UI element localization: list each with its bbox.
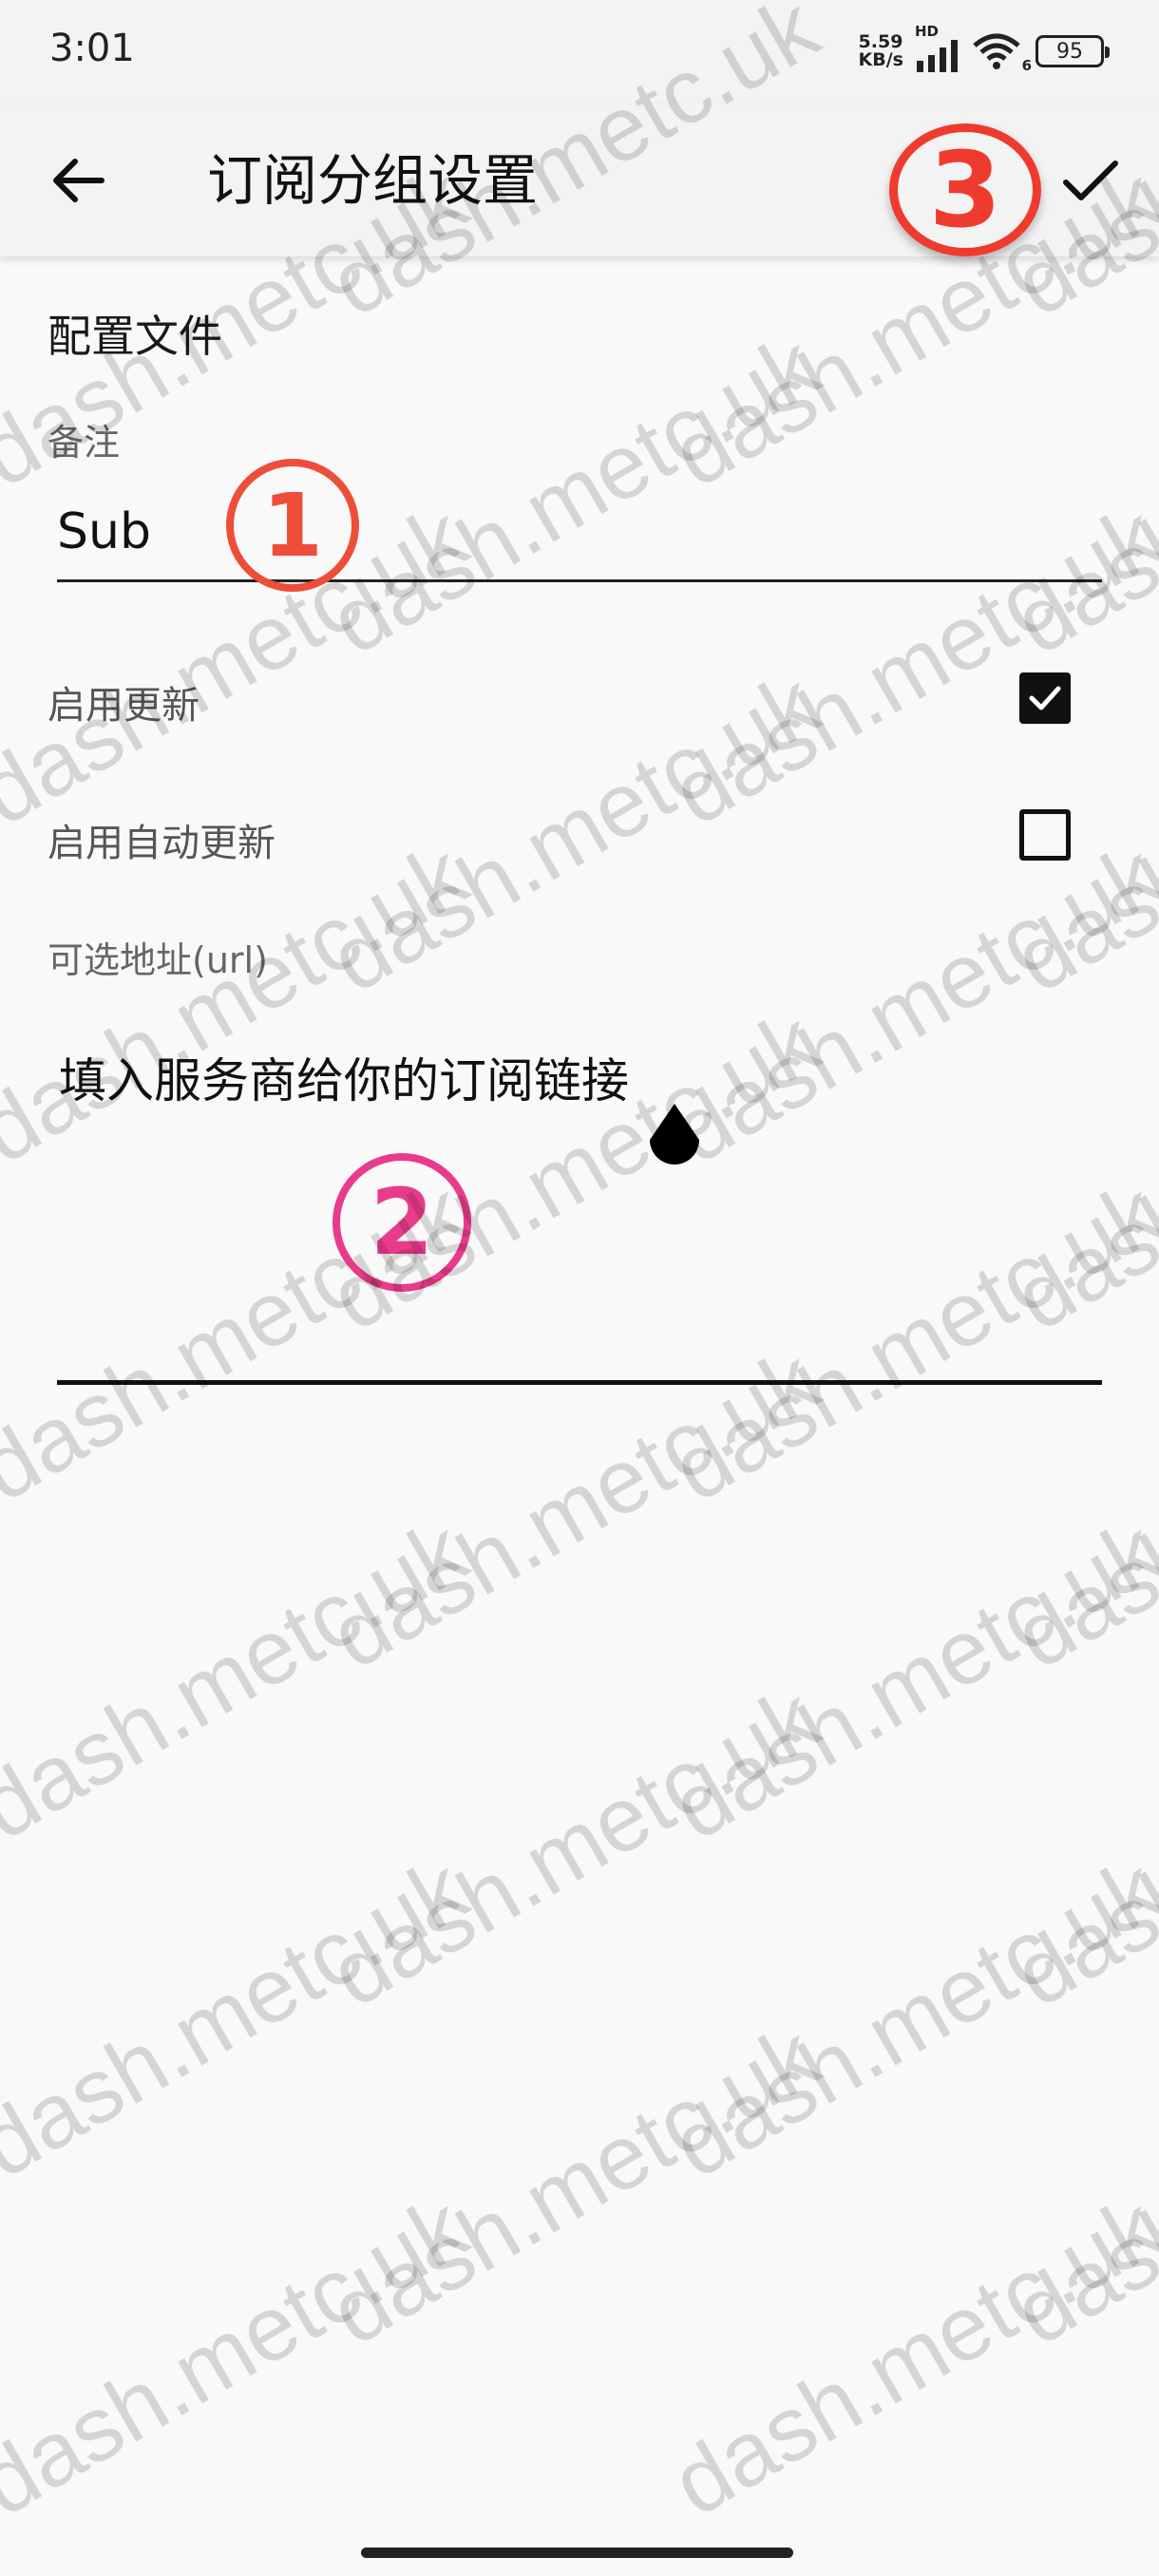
watermark-text: dash.metc.uk xyxy=(998,2005,1159,2365)
remark-label: 备注 xyxy=(48,422,121,464)
url-label: 可选地址(url) xyxy=(48,939,268,981)
watermark-text: dash.metc.uk xyxy=(314,2005,835,2365)
battery-icon: 95 xyxy=(1036,35,1110,67)
watermark-text: dash.metc.uk xyxy=(998,991,1159,1351)
text-cursor-handle[interactable] xyxy=(644,1102,705,1178)
watermark-text: dash.metc.uk xyxy=(314,1667,835,2027)
watermark-text: dash.metc.uk xyxy=(0,1838,484,2198)
status-icons: 5.59 KB/s HD 6 95 xyxy=(859,23,1110,74)
watermark-text: dash.metc.uk xyxy=(998,1667,1159,2027)
remark-input[interactable]: Sub xyxy=(57,503,151,560)
watermark-text: dash.metc.uk xyxy=(656,1162,1159,1522)
wifi-label: 6 xyxy=(1021,57,1032,74)
watermark-text: dash.metc.uk xyxy=(0,1500,484,1860)
arrow-back-icon xyxy=(53,159,104,202)
back-button[interactable] xyxy=(43,142,119,218)
annotation-marker-3: 3 xyxy=(889,123,1041,256)
enable-auto-update-checkbox[interactable] xyxy=(1019,809,1071,861)
home-indicator[interactable] xyxy=(361,2548,793,2558)
url-input[interactable]: 填入服务商给你的订阅链接 xyxy=(59,1043,629,1111)
status-bar: 3:01 5.59 KB/s HD 6 95 xyxy=(0,0,1159,104)
enable-update-checkbox[interactable] xyxy=(1019,672,1071,724)
watermark-text: dash.metc.uk xyxy=(314,314,835,674)
network-speed: 5.59 KB/s xyxy=(859,33,903,69)
status-time: 3:01 xyxy=(49,27,135,70)
enable-auto-update-label: 启用自动更新 xyxy=(48,822,276,865)
network-type-label: HD xyxy=(915,23,940,40)
check-icon xyxy=(1063,161,1118,200)
watermark-text: dash.metc.uk xyxy=(998,314,1159,674)
annotation-marker-1: 1 xyxy=(226,459,359,592)
watermark-layer: dash.metc.uk dash.metc.uk dash.metc.uk dash… xyxy=(0,0,1159,2576)
confirm-button[interactable] xyxy=(1053,142,1129,218)
watermark-text: dash.metc.uk xyxy=(656,824,1159,1184)
watermark-text: dash.metc.uk xyxy=(656,485,1159,845)
url-input-underline xyxy=(57,1380,1102,1385)
remark-input-underline xyxy=(57,579,1102,582)
watermark-text: dash.metc.uk xyxy=(0,2176,484,2536)
watermark-text: dash.metc.uk xyxy=(656,2176,1159,2536)
watermark-text: dash.metc.uk xyxy=(656,1838,1159,2198)
checkmark-icon xyxy=(1029,686,1061,710)
wifi-icon: 6 xyxy=(971,32,1032,74)
watermark-text: dash.metc.uk xyxy=(314,653,835,1013)
page-title: 订阅分组设置 xyxy=(207,148,539,213)
battery-level: 95 xyxy=(1056,39,1083,64)
network-speed-unit: KB/s xyxy=(858,49,903,70)
section-title: 配置文件 xyxy=(48,311,222,362)
watermark-text: dash.metc.uk xyxy=(0,824,484,1184)
enable-update-label: 启用更新 xyxy=(48,684,200,728)
watermark-text: dash.metc.uk xyxy=(656,1500,1159,1860)
annotation-marker-2: 2 xyxy=(332,1153,471,1292)
signal-icon: HD xyxy=(915,23,958,72)
